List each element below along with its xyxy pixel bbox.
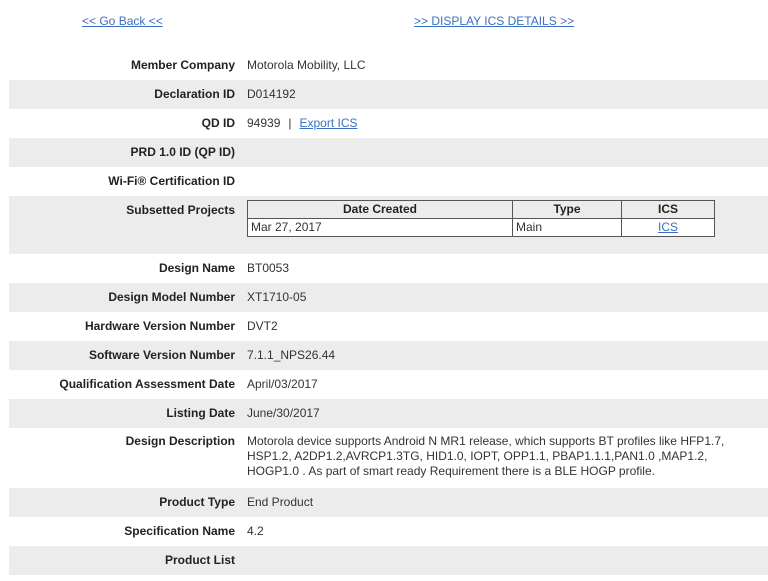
design-model-number-value: XT1710-05 <box>247 290 307 304</box>
row-design-model-number: Design Model Number XT1710-05 <box>9 283 768 312</box>
row-listing-date: Listing Date June/30/2017 <box>9 399 768 428</box>
qd-id-label: QD ID <box>201 116 235 130</box>
design-description-value: Motorola device supports Android N MR1 r… <box>247 434 725 478</box>
row-design-name: Design Name BT0053 <box>9 254 768 283</box>
software-version-label: Software Version Number <box>88 348 235 362</box>
design-name-value: BT0053 <box>247 261 290 275</box>
listing-date-label: Listing Date <box>166 406 235 420</box>
ics-cell: ICS <box>621 218 715 237</box>
qualification-date-value: April/03/2017 <box>247 377 318 391</box>
display-ics-details-link[interactable]: >> DISPLAY ICS DETAILS >> <box>414 14 574 28</box>
row-wifi-certification: Wi-Fi® Certification ID <box>9 167 768 196</box>
top-navigation: << Go Back << >> DISPLAY ICS DETAILS >> <box>0 14 768 32</box>
export-ics-link[interactable]: Export ICS <box>300 116 358 130</box>
column-header-ics: ICS <box>621 200 715 219</box>
hardware-version-label: Hardware Version Number <box>84 319 235 333</box>
column-header-type: Type <box>512 200 622 219</box>
declaration-details: Member Company Motorola Mobility, LLC De… <box>9 51 768 575</box>
subsetted-projects-value: Date Created Type ICS Mar 27, 2017 Main … <box>243 196 768 254</box>
qd-id-value: 94939 <box>247 116 281 130</box>
row-product-list: Product List <box>9 546 768 575</box>
row-qd-id: QD ID 94939 | Export ICS <box>9 109 768 138</box>
ics-link[interactable]: ICS <box>658 220 678 234</box>
column-header-date-created: Date Created <box>247 200 513 219</box>
software-version-value: 7.1.1_NPS26.44 <box>247 348 336 362</box>
product-list-value <box>243 546 768 575</box>
row-software-version: Software Version Number 7.1.1_NPS26.44 <box>9 341 768 370</box>
member-company-label: Member Company <box>130 58 235 72</box>
row-subsetted-projects: Subsetted Projects Date Created Type ICS… <box>9 196 768 254</box>
listing-date-value: June/30/2017 <box>247 406 320 420</box>
wifi-certification-value <box>243 167 768 196</box>
row-hardware-version: Hardware Version Number DVT2 <box>9 312 768 341</box>
go-back-link[interactable]: << Go Back << <box>82 14 163 28</box>
product-list-label: Product List <box>164 553 235 567</box>
row-member-company: Member Company Motorola Mobility, LLC <box>9 51 768 80</box>
row-declaration-id: Declaration ID D014192 <box>9 80 768 109</box>
qd-id-separator: | <box>288 116 292 130</box>
subsetted-projects-table: Date Created Type ICS Mar 27, 2017 Main … <box>247 200 715 237</box>
row-specification-name: Specification Name 4.2 <box>9 517 768 546</box>
qualification-date-label: Qualification Assessment Date <box>59 377 235 391</box>
row-qualification-date: Qualification Assessment Date April/03/2… <box>9 370 768 399</box>
design-description-label: Design Description <box>125 434 235 448</box>
declaration-id-label: Declaration ID <box>154 87 235 101</box>
row-product-type: Product Type End Product <box>9 488 768 517</box>
product-type-label: Product Type <box>159 495 235 509</box>
prd-id-value <box>243 138 768 167</box>
wifi-certification-label: Wi-Fi® Certification ID <box>108 174 235 188</box>
qd-id-value-cell: 94939 | Export ICS <box>243 109 768 138</box>
member-company-value: Motorola Mobility, LLC <box>247 58 366 72</box>
design-name-label: Design Name <box>158 261 235 275</box>
specification-name-label: Specification Name <box>124 524 235 538</box>
subsetted-projects-label: Subsetted Projects <box>126 203 235 217</box>
design-model-number-label: Design Model Number <box>108 290 235 304</box>
specification-name-value: 4.2 <box>247 524 264 538</box>
type-cell: Main <box>512 218 622 237</box>
hardware-version-value: DVT2 <box>247 319 278 333</box>
table-row: Mar 27, 2017 Main ICS <box>247 218 715 237</box>
subsetted-projects-header-row: Date Created Type ICS <box>247 200 715 219</box>
declaration-id-value: D014192 <box>247 87 296 101</box>
date-created-cell: Mar 27, 2017 <box>247 218 513 237</box>
row-prd-id: PRD 1.0 ID (QP ID) <box>9 138 768 167</box>
row-design-description: Design Description Motorola device suppo… <box>9 428 768 488</box>
product-type-value: End Product <box>247 495 314 509</box>
prd-id-label: PRD 1.0 ID (QP ID) <box>130 145 235 159</box>
